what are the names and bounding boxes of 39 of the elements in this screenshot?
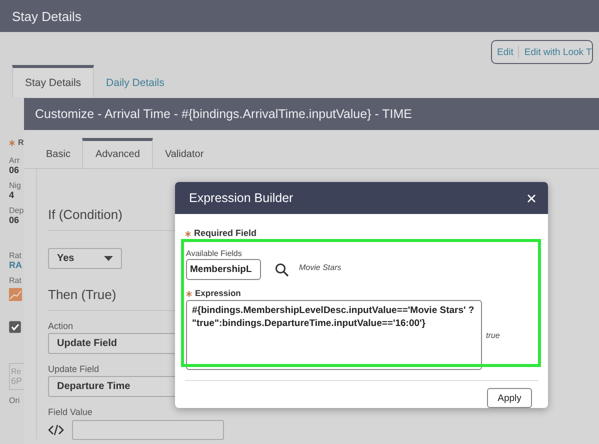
field-label: Expression: [186, 288, 241, 298]
field-label: Rat: [9, 276, 22, 285]
code-icon[interactable]: [48, 424, 64, 436]
field-label: Update Field: [48, 364, 100, 374]
tab[interactable]: Advanced: [82, 138, 153, 168]
field-sample-text: Movie Stars: [299, 263, 342, 272]
field-label: Dep: [9, 206, 24, 215]
tab[interactable]: Validator: [152, 138, 216, 168]
required-icon: [186, 290, 192, 297]
close-icon[interactable]: [527, 194, 536, 202]
input-field[interactable]: [72, 420, 224, 440]
field-label: Rat: [9, 251, 22, 260]
tab[interactable]: Stay Details: [12, 65, 94, 97]
panel-title: Customize - Arrival Time - #{bindings.ArrivalTime.inputValue} - TIME: [35, 107, 412, 121]
caret-icon: [104, 256, 113, 261]
checkbox[interactable]: [9, 321, 21, 333]
chart-icon: [9, 288, 22, 301]
field-value: 4: [9, 190, 16, 200]
page-title: Stay Details: [12, 8, 82, 24]
apply-button[interactable]: Apply: [487, 388, 532, 408]
required-note: Required Field: [185, 228, 257, 238]
required-label: R: [9, 138, 24, 147]
field-label: Available Fields: [186, 249, 242, 258]
condition-dropdown[interactable]: Yes: [48, 248, 122, 269]
input-field[interactable]: MembershipL: [186, 259, 261, 280]
expression-field[interactable]: #{bindings.MembershipLevelDesc.inputValue=='Movie Stars' ? "true":bindings.DepartureTime.inputValue=='16:00'}: [186, 300, 482, 370]
dialog-title: Expression Builder: [189, 191, 294, 205]
search-icon[interactable]: [275, 262, 289, 276]
required-icon: [185, 230, 191, 237]
field-label: Ori: [9, 396, 21, 405]
required-icon: [9, 140, 15, 146]
result-text: true: [486, 330, 500, 340]
tab[interactable]: Basic: [34, 138, 82, 168]
field-label: Nig: [9, 181, 22, 190]
field-label: Field Value: [48, 407, 92, 417]
field-label: Arr: [9, 156, 21, 165]
field-value: 06: [9, 165, 20, 175]
field-label: Action: [48, 321, 74, 331]
field-value: 06: [9, 215, 20, 225]
